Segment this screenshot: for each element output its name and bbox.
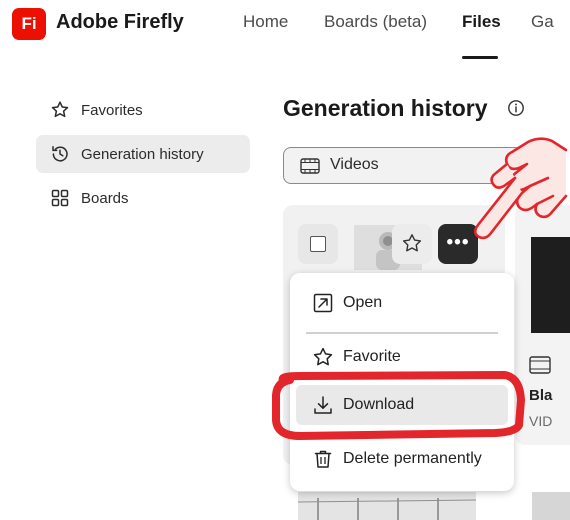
- ellipsis-icon: •••: [446, 232, 470, 253]
- menu-item-open[interactable]: Open: [296, 283, 508, 323]
- info-icon[interactable]: [507, 99, 525, 117]
- more-options-button[interactable]: •••: [438, 224, 478, 264]
- top-bar: Fi Adobe Firefly Home Boards (beta) File…: [0, 0, 570, 60]
- menu-item-download[interactable]: Download: [296, 385, 508, 425]
- trash-icon: [314, 450, 332, 468]
- history-icon: [52, 146, 68, 162]
- menu-divider: [306, 332, 498, 334]
- sidebar-item-label: Generation history: [81, 145, 204, 163]
- sidebar-item-generation-history[interactable]: Generation history: [36, 135, 250, 173]
- generation-card[interactable]: Bla VID: [515, 205, 570, 445]
- star-outline-icon: [51, 101, 69, 118]
- nav-active-indicator: [462, 56, 498, 59]
- film-icon: [529, 356, 551, 374]
- logo-text: Fi: [21, 14, 37, 33]
- page-title: Generation history: [283, 95, 488, 121]
- nav-boards[interactable]: Boards (beta): [324, 12, 427, 32]
- nav-gallery[interactable]: Ga: [531, 12, 554, 32]
- filter-videos-button[interactable]: Videos: [283, 147, 523, 184]
- sidebar-item-label: Boards: [81, 189, 129, 207]
- select-checkbox[interactable]: [298, 224, 338, 264]
- star-outline-icon: [402, 234, 422, 252]
- sidebar-item-boards[interactable]: Boards: [36, 179, 250, 217]
- menu-divider: [306, 433, 498, 435]
- menu-item-favorite[interactable]: Favorite: [296, 337, 508, 377]
- firefly-logo[interactable]: Fi: [12, 8, 46, 40]
- film-icon: [300, 158, 320, 174]
- card-title: Bla: [529, 387, 553, 404]
- sidebar-item-favorites[interactable]: Favorites: [36, 91, 250, 129]
- sidebar-item-label: Favorites: [81, 101, 143, 119]
- boards-icon: [51, 189, 69, 207]
- menu-item-delete-permanently[interactable]: Delete permanently: [296, 439, 508, 479]
- filter-label: Videos: [330, 156, 379, 173]
- nav-files[interactable]: Files: [462, 12, 501, 32]
- video-thumbnail[interactable]: [532, 492, 570, 520]
- download-icon: [314, 396, 332, 414]
- menu-item-label: Download: [343, 396, 415, 413]
- menu-item-label: Delete permanently: [343, 450, 482, 467]
- open-external-icon: [313, 293, 333, 313]
- card-type: VID: [529, 413, 553, 429]
- context-menu: Open Favorite Download Delete permanentl…: [290, 273, 514, 491]
- video-thumbnail[interactable]: [531, 237, 570, 333]
- favorite-button[interactable]: [392, 224, 432, 264]
- checkbox-box: [310, 236, 326, 252]
- nav-home[interactable]: Home: [243, 12, 288, 32]
- video-thumbnail[interactable]: [297, 492, 477, 520]
- star-outline-icon: [313, 347, 333, 366]
- menu-item-label: Favorite: [343, 348, 401, 365]
- app-title[interactable]: Adobe Firefly: [56, 11, 184, 34]
- menu-item-label: Open: [343, 294, 383, 311]
- thumbnail-image: [297, 492, 477, 520]
